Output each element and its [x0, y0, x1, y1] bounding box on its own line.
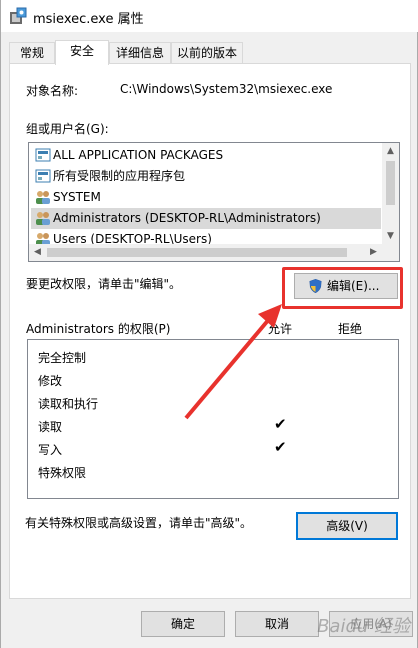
- list-item-label: 所有受限制的应用程序包: [53, 169, 186, 183]
- tab-security[interactable]: 安全: [55, 40, 109, 65]
- horizontal-scrollbar[interactable]: ◀ ▶: [29, 244, 399, 261]
- list-item-label: ALL APPLICATION PACKAGES: [53, 148, 224, 162]
- package-icon: [35, 148, 51, 162]
- object-name-value: C:\Windows\System32\msiexec.exe: [120, 82, 333, 96]
- vertical-scroll-thumb[interactable]: [386, 161, 395, 205]
- permissions-label: Administrators 的权限(P): [26, 322, 171, 336]
- deny-column-header: 拒绝: [338, 322, 363, 336]
- permission-row-modify: 修改: [38, 374, 63, 388]
- list-item[interactable]: SYSTEM: [31, 187, 381, 208]
- permission-row-read-execute: 读取和执行: [38, 397, 99, 411]
- list-item[interactable]: 所有受限制的应用程序包: [31, 166, 381, 187]
- users-icon: [36, 191, 50, 204]
- users-icon: [36, 212, 50, 225]
- advanced-text: 有关特殊权限或高级设置，请单击"高级"。: [25, 516, 253, 530]
- vertical-scrollbar[interactable]: ▲ ▼: [382, 143, 399, 245]
- edit-button-highlight: [282, 267, 403, 309]
- scroll-right-icon[interactable]: ▶: [365, 244, 382, 261]
- change-permissions-text: 要更改权限，请单击"编辑"。: [26, 277, 182, 291]
- horizontal-scroll-thumb[interactable]: [47, 248, 347, 257]
- list-item-label: Administrators (DESKTOP-RL\Administrator…: [53, 211, 321, 225]
- msiexec-app-icon: [10, 7, 27, 24]
- title-bar[interactable]: msiexec.exe 属性: [1, 0, 418, 32]
- permission-row-special: 特殊权限: [38, 466, 87, 480]
- permissions-list: 完全控制 修改 读取和执行 读取 写入 特殊权限 ✔ ✔: [27, 339, 399, 499]
- list-item[interactable]: ALL APPLICATION PACKAGES: [31, 145, 381, 166]
- object-name-label: 对象名称:: [26, 84, 79, 98]
- window-title: msiexec.exe 属性: [33, 12, 144, 27]
- tab-strip: 常规 安全 详细信息 以前的版本: [9, 40, 409, 65]
- scroll-up-icon[interactable]: ▲: [382, 143, 399, 160]
- permission-row-read: 读取: [38, 420, 63, 434]
- cancel-button[interactable]: 取消: [235, 611, 319, 637]
- groups-listbox[interactable]: ALL APPLICATION PACKAGES 所有受限制的应用程序包 SYS…: [28, 142, 400, 262]
- permission-row-full-control: 完全控制: [38, 351, 87, 365]
- properties-window: msiexec.exe 属性 常规 安全 详细信息 以前的版本 对象名称: C:…: [0, 0, 418, 648]
- scroll-down-icon[interactable]: ▼: [382, 228, 399, 245]
- watermark: Baidu 经验: [317, 616, 410, 637]
- allow-write-check-icon: ✔: [274, 438, 287, 456]
- allow-column-header: 允许: [268, 322, 293, 336]
- groups-label: 组或用户名(G):: [26, 122, 109, 136]
- tab-general[interactable]: 常规: [9, 42, 55, 64]
- list-item-label: SYSTEM: [53, 190, 101, 204]
- list-item-selected[interactable]: Administrators (DESKTOP-RL\Administrator…: [31, 208, 381, 229]
- tab-details[interactable]: 详细信息: [109, 42, 171, 64]
- scroll-left-icon[interactable]: ◀: [29, 244, 46, 261]
- advanced-button[interactable]: 高级(V): [296, 512, 398, 540]
- tab-previous-versions[interactable]: 以前的版本: [171, 42, 243, 64]
- allow-read-check-icon: ✔: [274, 415, 287, 433]
- ok-button[interactable]: 确定: [141, 611, 225, 637]
- permission-row-write: 写入: [38, 443, 63, 457]
- package-icon: [35, 169, 51, 183]
